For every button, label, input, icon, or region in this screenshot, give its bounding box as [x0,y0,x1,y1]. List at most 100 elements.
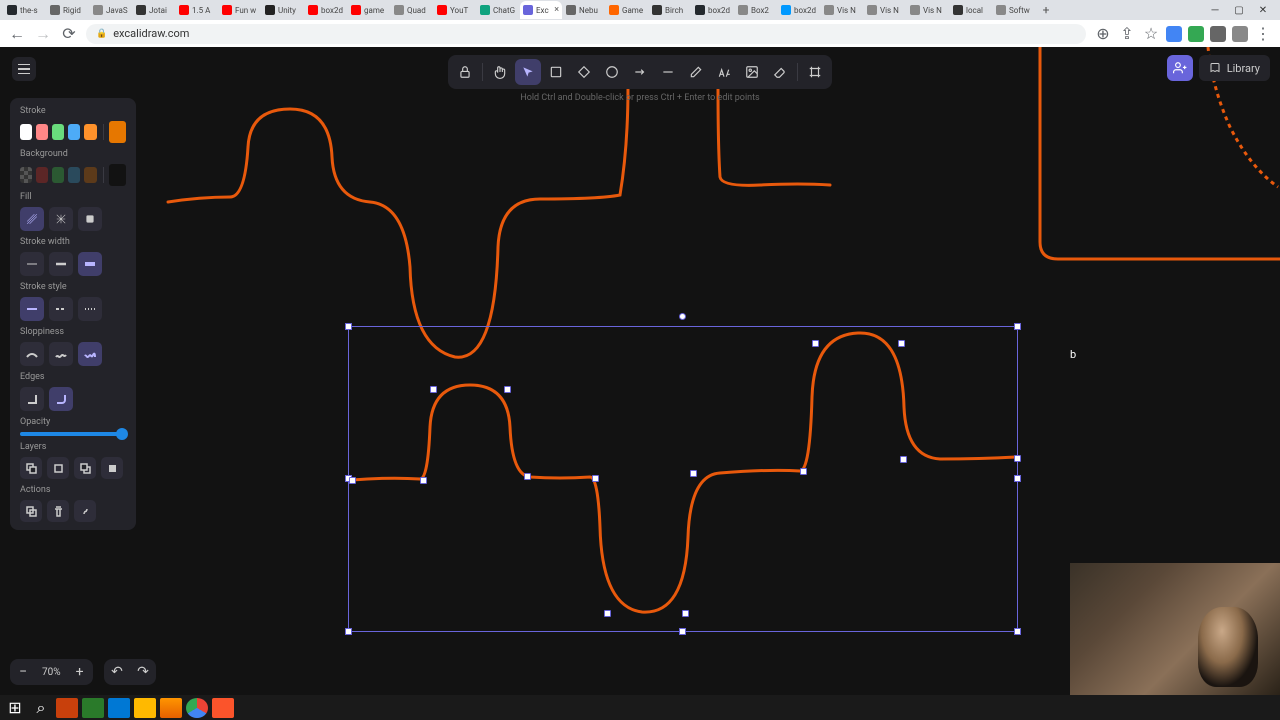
strokewidth-thick[interactable] [78,252,102,276]
selection-box[interactable] [348,326,1018,632]
tool-text[interactable] [711,59,737,85]
tool-rectangle[interactable] [543,59,569,85]
browser-tab[interactable]: ChatG [477,1,519,19]
tool-hand[interactable] [487,59,513,85]
strokewidth-thin[interactable] [20,252,44,276]
library-button[interactable]: Library [1199,55,1270,81]
resize-handle-ne[interactable] [1014,323,1021,330]
path-node[interactable] [420,477,427,484]
stroke-color-swatch[interactable] [68,124,80,140]
path-node[interactable] [900,456,907,463]
zoom-out[interactable]: − [10,659,36,685]
taskbar-firefox[interactable] [160,698,182,718]
browser-tab[interactable]: Vis N [864,1,906,19]
resize-handle-e[interactable] [1014,475,1021,482]
resize-handle-se[interactable] [1014,628,1021,635]
rotate-handle[interactable] [679,313,686,320]
fill-solid[interactable] [78,207,102,231]
tool-arrow[interactable] [627,59,653,85]
resize-handle-nw[interactable] [345,323,352,330]
path-node[interactable] [349,477,356,484]
start-button[interactable]: ⊞ [4,698,26,718]
path-node[interactable] [430,386,437,393]
taskbar-app-1[interactable] [56,698,78,718]
bg-color-swatch[interactable] [52,167,64,183]
bg-color-swatch[interactable] [20,167,32,183]
zoom-value[interactable]: 70% [36,667,67,678]
strokestyle-dotted[interactable] [78,297,102,321]
sloppiness-architect[interactable] [20,342,44,366]
zoom-in[interactable]: + [67,659,93,685]
sloppiness-artist[interactable] [49,342,73,366]
browser-tab[interactable]: YouT [434,1,476,19]
tool-line[interactable] [655,59,681,85]
layer-backward[interactable] [47,457,69,479]
tool-lock[interactable] [452,59,478,85]
new-tab-button[interactable]: + [1036,1,1056,19]
extension-1[interactable] [1166,26,1182,42]
browser-tab[interactable]: Vis N [907,1,949,19]
window-close[interactable]: ✕ [1256,3,1270,17]
browser-tab[interactable]: Jotai [133,1,175,19]
path-node[interactable] [690,470,697,477]
stroke-color-current[interactable] [109,121,126,143]
bg-color-swatch[interactable] [36,167,48,183]
opacity-thumb[interactable] [116,428,128,440]
bg-color-current[interactable] [109,164,126,186]
path-node[interactable] [604,610,611,617]
path-node[interactable] [504,386,511,393]
taskbar-chrome[interactable] [186,698,208,718]
browser-tab[interactable]: local [950,1,992,19]
tool-eraser[interactable] [767,59,793,85]
main-menu-button[interactable] [12,57,36,81]
undo-button[interactable]: ↶ [104,659,130,685]
browser-tab[interactable]: Birch [649,1,691,19]
browser-tab[interactable]: Nebu [563,1,605,19]
chrome-menu[interactable]: ⋮ [1254,25,1272,43]
redo-button[interactable]: ↷ [130,659,156,685]
browser-tab[interactable]: 1.5 A [176,1,218,19]
browser-tab[interactable]: box2d [778,1,820,19]
strokewidth-med[interactable] [49,252,73,276]
fill-hachure[interactable] [20,207,44,231]
stroke-color-swatch[interactable] [36,124,48,140]
tool-frame[interactable] [802,59,828,85]
stroke-color-swatch[interactable] [84,124,96,140]
resize-handle-sw[interactable] [345,628,352,635]
path-node[interactable] [682,610,689,617]
nav-reload[interactable]: ⟳ [60,25,78,43]
browser-tab[interactable]: Vis N [821,1,863,19]
extension-4[interactable] [1232,26,1248,42]
layer-forward[interactable] [74,457,96,479]
nav-forward[interactable]: → [34,25,52,43]
fill-cross[interactable] [49,207,73,231]
browser-tab[interactable]: Box2 [735,1,777,19]
share-button[interactable] [1167,55,1193,81]
browser-tab[interactable]: Exc× [520,1,562,19]
bookmark-icon[interactable]: ☆ [1142,25,1160,43]
path-node[interactable] [898,340,905,347]
sloppiness-cartoonist[interactable] [78,342,102,366]
taskbar-brave[interactable] [212,698,234,718]
opacity-slider[interactable] [20,432,126,436]
browser-tab[interactable]: Softw [993,1,1035,19]
nav-back[interactable]: ← [8,25,26,43]
extension-3[interactable] [1210,26,1226,42]
layer-tofront[interactable] [101,457,123,479]
share-icon[interactable]: ⇪ [1118,25,1136,43]
tool-ellipse[interactable] [599,59,625,85]
path-node[interactable] [812,340,819,347]
stroke-color-swatch[interactable] [52,124,64,140]
browser-tab[interactable]: Unity [262,1,304,19]
bg-color-swatch[interactable] [84,167,96,183]
path-node[interactable] [524,473,531,480]
tool-draw[interactable] [683,59,709,85]
layer-sendback[interactable] [20,457,42,479]
path-node[interactable] [592,475,599,482]
browser-tab[interactable]: JavaS [90,1,132,19]
browser-tab[interactable]: Quad [391,1,433,19]
taskbar-explorer[interactable] [134,698,156,718]
edges-sharp[interactable] [20,387,44,411]
path-node[interactable] [1014,455,1021,462]
install-icon[interactable]: ⊕ [1094,25,1112,43]
